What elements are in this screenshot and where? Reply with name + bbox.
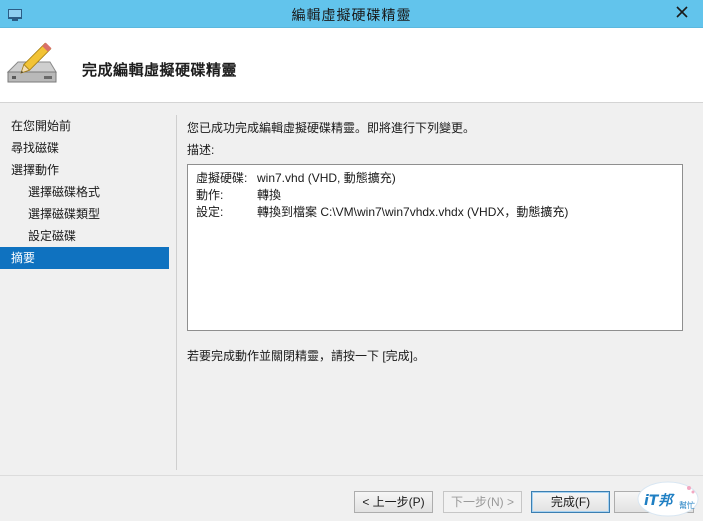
- title-bar[interactable]: 編輯虛擬硬碟精靈: [0, 0, 703, 28]
- next-button[interactable]: 下一步(N) >: [443, 491, 522, 513]
- nav-item-choose-disk-format[interactable]: 選擇磁碟格式: [0, 181, 169, 203]
- nav-item-choose-disk-type[interactable]: 選擇磁碟類型: [0, 203, 169, 225]
- wizard-steps-nav: 在您開始前 尋找磁碟 選擇動作 選擇磁碟格式 選擇磁碟類型 設定磁碟 摘要: [0, 115, 169, 269]
- ithome-watermark-logo: iT邦 幫忙: [637, 481, 699, 517]
- nav-item-configure-disk[interactable]: 設定磁碟: [0, 225, 169, 247]
- summary-value: win7.vhd (VHD, 動態擴充): [257, 171, 396, 185]
- summary-row: 設定: 轉換到檔案 C:\VM\win7\win7vhdx.vhdx (VHDX，…: [196, 203, 568, 220]
- nav-item-choose-action[interactable]: 選擇動作: [0, 159, 169, 181]
- disk-pencil-icon: [6, 42, 57, 83]
- close-icon[interactable]: [671, 2, 693, 22]
- summary-key: 動作:: [196, 188, 224, 202]
- window-title: 編輯虛擬硬碟精靈: [291, 7, 412, 23]
- wizard-body: 在您開始前 尋找磁碟 選擇動作 選擇磁碟格式 選擇磁碟類型 設定磁碟 摘要 您已…: [0, 103, 703, 475]
- finish-instruction: 若要完成動作並關閉精靈，請按一下 [完成]。: [187, 349, 426, 363]
- previous-button[interactable]: < 上一步(P): [354, 491, 433, 513]
- summary-key: 設定:: [196, 205, 224, 219]
- finish-button[interactable]: 完成(F): [531, 491, 610, 513]
- wizard-footer: < 上一步(P) 下一步(N) > 完成(F) iT邦 幫忙: [0, 475, 703, 521]
- intro-text: 您已成功完成編輯虛擬硬碟精靈。即將進行下列變更。: [187, 121, 476, 135]
- watermark-sub-text: 幫忙: [679, 500, 695, 510]
- wizard-window: 編輯虛擬硬碟精靈 完成編輯虛擬硬碟精靈 在您開始前 尋找磁碟 選擇動作 選擇磁碟…: [0, 0, 703, 521]
- description-label: 描述:: [187, 143, 215, 157]
- nav-item-before-you-begin[interactable]: 在您開始前: [0, 115, 169, 137]
- nav-divider: [176, 115, 177, 470]
- wizard-header: 完成編輯虛擬硬碟精靈: [0, 28, 703, 103]
- page-heading: 完成編輯虛擬硬碟精靈: [82, 62, 238, 79]
- summary-value: 轉換: [257, 188, 282, 202]
- nav-item-summary[interactable]: 摘要: [0, 247, 169, 269]
- nav-item-locate-disk[interactable]: 尋找磁碟: [0, 137, 169, 159]
- summary-row: 動作: 轉換: [196, 186, 281, 203]
- watermark-main-text: iT邦: [644, 492, 675, 509]
- summary-row: 虛擬硬碟: win7.vhd (VHD, 動態擴充): [196, 169, 396, 186]
- summary-value: 轉換到檔案 C:\VM\win7\win7vhdx.vhdx (VHDX，動態擴…: [257, 205, 569, 219]
- description-box[interactable]: 虛擬硬碟: win7.vhd (VHD, 動態擴充) 動作: 轉換 設定: 轉換到檔案…: [187, 164, 683, 331]
- summary-key: 虛擬硬碟:: [196, 171, 248, 185]
